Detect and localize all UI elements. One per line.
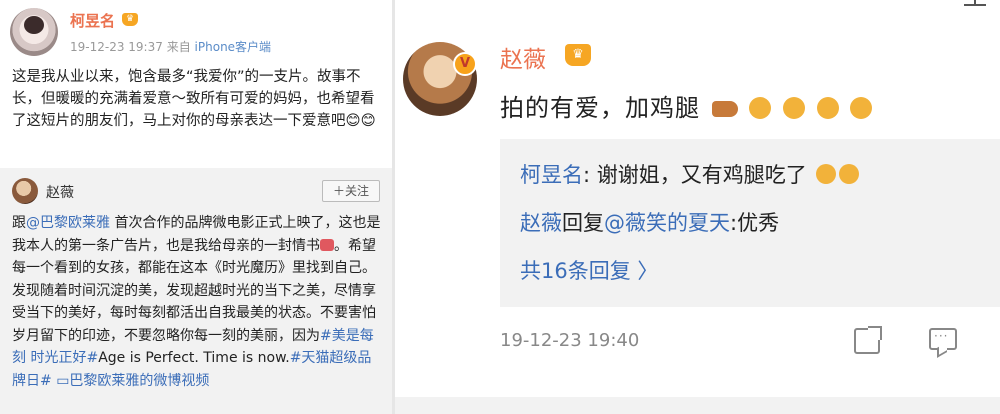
laugh-cry-icon [816, 164, 837, 184]
reply-item[interactable]: 柯昱名: 谢谢姐，又有鸡腿吃了 [520, 159, 860, 189]
thumbs-up-icon [816, 97, 839, 119]
reply-text: 谢谢姐，又有鸡腿吃了 [590, 163, 807, 187]
laugh-cry-icon [839, 164, 860, 184]
comment-text: 拍的有爱，加鸡腿 [500, 88, 873, 125]
bottom-strip [395, 397, 1000, 414]
repost-author-name[interactable]: 赵薇 [46, 182, 74, 202]
reply-text: 优秀 [737, 211, 780, 235]
thumbs-up-icon [749, 97, 772, 119]
post-source-link[interactable]: iPhone客户端 [195, 40, 272, 54]
post-author-name[interactable]: 柯昱名 [70, 10, 115, 31]
comment-timestamp: 19-12-23 19:40 [500, 330, 640, 351]
comment-body: 拍的有爱，加鸡腿 [500, 94, 700, 122]
reply-mention[interactable]: @薇笑的夏天 [604, 211, 730, 235]
crown-icon: ♛ [565, 44, 591, 66]
post-meta: 19-12-23 19:37 来自 iPhone客户端 [70, 38, 271, 55]
crown-icon: ♛ [122, 13, 138, 26]
comment-icon[interactable] [929, 328, 957, 350]
repost-text: 跟@巴黎欧莱雅 首次合作的品牌微电影正式上映了，这也是我本人的第一条广告片，也是… [12, 212, 382, 392]
share-icon[interactable] [854, 326, 882, 354]
post-time: 19-12-23 19:37 [70, 40, 163, 54]
post-text: 这是我从业以来，饱含最多“我爱你”的一支片。故事不长，但暖暖的充满着爱意～致所有… [12, 69, 376, 129]
shy-face-icon [850, 97, 873, 119]
mention-link[interactable]: @巴黎欧莱雅 [26, 215, 110, 231]
reply-user[interactable]: 赵薇 [520, 211, 562, 235]
reply-action: 回复 [562, 211, 604, 235]
reply-user[interactable]: 柯昱名 [520, 163, 583, 187]
love-letter-icon [320, 238, 334, 251]
repost-avatar[interactable] [12, 178, 38, 204]
emoji-row [709, 97, 873, 125]
follow-button[interactable]: ＋关注 [322, 180, 380, 202]
video-link[interactable]: 巴黎欧莱雅的微博视频 [69, 373, 209, 389]
replies-box: 柯昱名: 谢谢姐，又有鸡腿吃了 赵薇回复@薇笑的夏天:优秀 共16条回复 〉 [500, 139, 1000, 307]
video-icon: ▭ [56, 372, 70, 389]
reposted-card[interactable]: 赵薇 ＋关注 跟@巴黎欧莱雅 首次合作的品牌微电影正式上映了，这也是我本人的第一… [0, 168, 392, 414]
reply-item[interactable]: 赵薇回复@薇笑的夏天:优秀 [520, 207, 779, 237]
repost-text-part-3: Age is Perfect. Time is now. [98, 350, 290, 366]
left-post-panel: 柯昱名 ♛ 19-12-23 19:37 来自 iPhone客户端 这是我从业以… [0, 0, 392, 414]
user-avatar[interactable] [10, 8, 58, 56]
post-from-label: 来自 [166, 40, 191, 54]
thumbs-up-icon [782, 97, 805, 119]
menu-icon[interactable] [964, 0, 986, 6]
more-replies-link[interactable]: 共16条回复 〉 [520, 255, 658, 285]
drumstick-icon [711, 101, 738, 117]
verified-icon: V [453, 52, 477, 76]
comment-panel: V 赵薇 ♛ 拍的有爱，加鸡腿 柯昱名: 谢谢姐，又有鸡腿吃了 赵薇回复@薇笑的… [395, 0, 1000, 414]
repost-text-prefix: 跟 [12, 215, 26, 231]
commenter-name[interactable]: 赵薇 [500, 40, 546, 74]
